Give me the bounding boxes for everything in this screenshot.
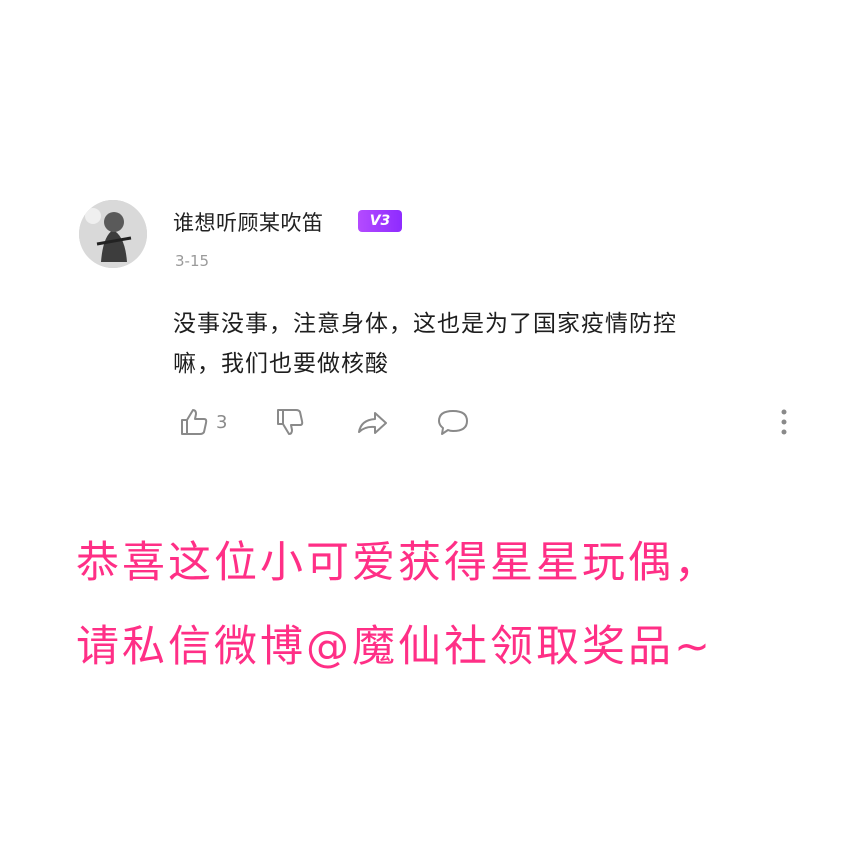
prize-announcement-line: 恭喜这位小可爱获得星星玩偶， bbox=[76, 538, 720, 588]
avatar[interactable] bbox=[79, 200, 147, 268]
avatar-image bbox=[79, 200, 147, 268]
comment-date: 3-15 bbox=[175, 252, 210, 270]
more-options-button[interactable] bbox=[779, 408, 789, 442]
comment-text: 没事没事，注意身体，这也是为了国家疫情防控 嘛，我们也要做核酸 bbox=[173, 304, 813, 384]
prize-announcement-line: 请私信微博@魔仙社领取奖品~ bbox=[76, 622, 714, 672]
like-count: 3 bbox=[216, 411, 228, 433]
reply-button[interactable] bbox=[436, 406, 470, 438]
comment-text-line: 嘛，我们也要做核酸 bbox=[173, 351, 389, 377]
thumbs-up-icon bbox=[181, 409, 208, 435]
username[interactable]: 谁想听顾某吹笛 bbox=[173, 207, 324, 237]
comment-card: 谁想听顾某吹笛 V3 3-15 没事没事，注意身体，这也是为了国家疫情防控 嘛，… bbox=[0, 0, 850, 480]
thumbs-down-icon bbox=[277, 409, 304, 435]
like-button[interactable]: 3 bbox=[178, 406, 227, 438]
comment-text-line: 没事没事，注意身体，这也是为了国家疫情防控 bbox=[173, 311, 677, 337]
level-badge: V3 bbox=[358, 210, 402, 232]
share-icon bbox=[358, 412, 387, 434]
share-button[interactable] bbox=[355, 406, 389, 438]
comment-icon bbox=[438, 410, 468, 435]
more-icon bbox=[781, 409, 787, 435]
dislike-button[interactable] bbox=[274, 406, 306, 438]
